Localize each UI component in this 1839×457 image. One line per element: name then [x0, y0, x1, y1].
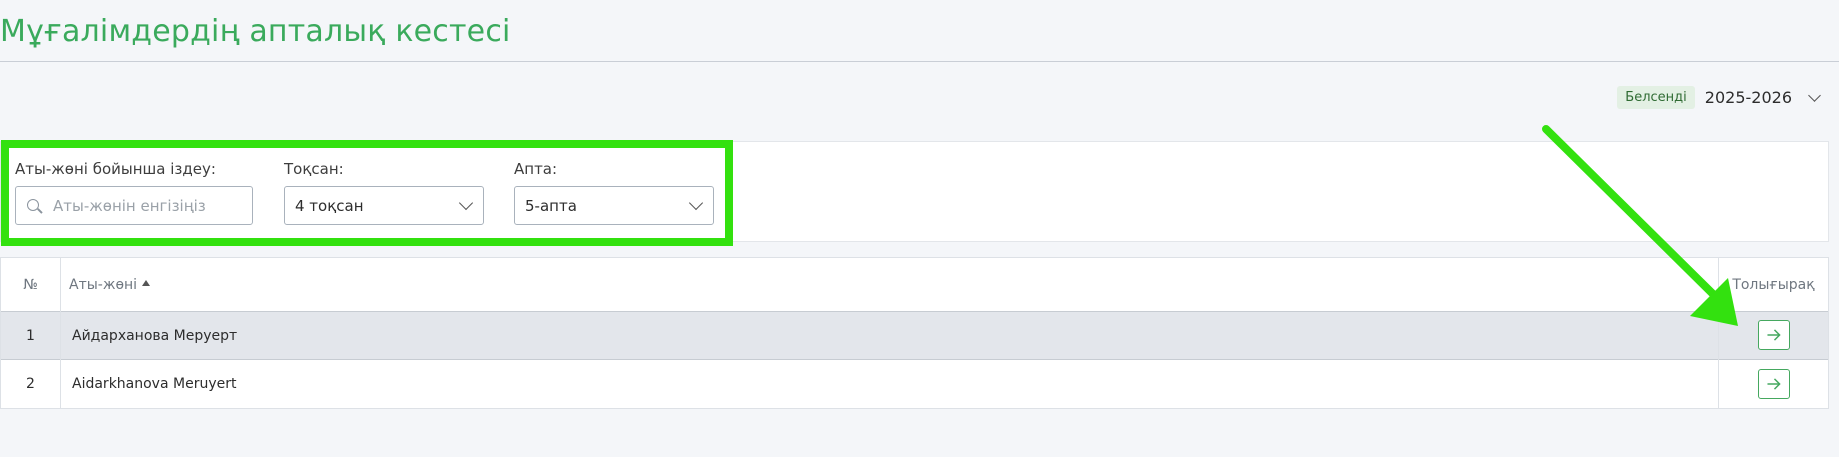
- arrow-right-icon: [1767, 329, 1781, 341]
- column-header-name-label: Аты-жөні: [69, 276, 138, 293]
- week-label: Апта:: [514, 160, 558, 178]
- table-row-2-number: 2: [1, 360, 60, 408]
- search-icon: [27, 198, 43, 213]
- chevron-down-icon: [1808, 88, 1821, 102]
- column-header-details-label: Толығырақ: [1732, 276, 1815, 293]
- academic-year-label: 2025-2026: [1704, 88, 1792, 107]
- details-button-row-1[interactable]: [1758, 320, 1790, 350]
- week-select[interactable]: 5-апта: [514, 186, 714, 225]
- arrow-right-icon: [1767, 378, 1781, 390]
- filter-panel: [0, 141, 1829, 242]
- quarter-select[interactable]: 4 тоқсан: [284, 186, 484, 225]
- quarter-selected-value: 4 тоқсан: [295, 196, 364, 215]
- row-number: 1: [26, 327, 35, 344]
- column-header-number-label: №: [23, 276, 38, 293]
- column-header-number: №: [1, 258, 60, 311]
- academic-year-selector[interactable]: Белсенді 2025-2026: [1617, 86, 1821, 109]
- column-header-details: Толығырақ: [1719, 258, 1828, 311]
- week-selected-value: 5-апта: [525, 196, 577, 215]
- search-label: Аты-жөні бойынша іздеу:: [15, 160, 216, 178]
- table-row-1-name: Айдарханова Меруерт: [72, 312, 672, 359]
- chevron-down-icon: [458, 195, 474, 210]
- table-row-2-name: Aidarkhanova Meruyert: [72, 360, 672, 408]
- search-field[interactable]: [15, 186, 253, 225]
- details-button-row-2[interactable]: [1758, 369, 1790, 399]
- search-input[interactable]: [51, 195, 235, 216]
- table-row-1-number: 1: [1, 312, 60, 359]
- teacher-name: Айдарханова Меруерт: [72, 327, 238, 344]
- column-header-name[interactable]: Аты-жөні: [69, 258, 369, 311]
- status-badge: Белсенді: [1617, 86, 1695, 109]
- quarter-label: Тоқсан:: [284, 160, 344, 178]
- chevron-down-icon: [688, 195, 704, 210]
- teachers-table: № Аты-жөні Толығырақ 1 Айдарханова Меруе…: [0, 257, 1829, 409]
- sort-ascending-icon: [142, 280, 151, 286]
- page-title: Мұғалімдердің апталық кестесі: [0, 14, 511, 49]
- row-number: 2: [26, 376, 35, 392]
- teacher-name: Aidarkhanova Meruyert: [72, 376, 237, 392]
- title-divider: [0, 61, 1839, 62]
